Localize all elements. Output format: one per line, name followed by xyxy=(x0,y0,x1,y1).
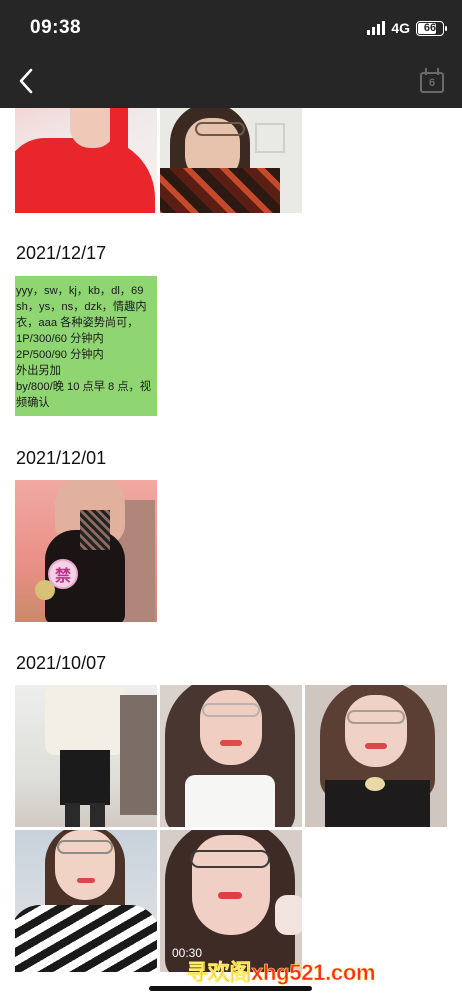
status-time: 09:38 xyxy=(30,17,82,38)
back-button[interactable] xyxy=(16,66,40,96)
text-post-card[interactable]: yyy，sw，kj，kb，dl，69 sh，ys，ns，dzk，情趣内 衣，aa… xyxy=(15,276,157,416)
photo-red-top[interactable] xyxy=(15,108,157,213)
section-date: 2021/12/01 xyxy=(16,448,107,468)
chevron-left-icon xyxy=(19,68,33,94)
photo-black-bodystocking[interactable] xyxy=(15,480,157,622)
text-post-line: by/800/晚 10 点早 8 点，视 xyxy=(16,381,151,393)
top-header: 09:38 4G 66 6 xyxy=(0,0,462,108)
text-post-line: yyy，sw，kj，kb，dl，69 xyxy=(16,285,144,297)
section-date: 2021/12/17 xyxy=(16,243,107,263)
status-indicators: 4G 66 xyxy=(367,20,447,36)
section-date: 2021/10/07 xyxy=(16,653,107,673)
calendar-day: 6 xyxy=(428,77,436,89)
photo-floral-dress[interactable] xyxy=(160,108,302,213)
text-post-line: 外出另加 xyxy=(16,365,61,377)
signal-icon xyxy=(367,21,386,35)
battery-level: 66 xyxy=(423,22,437,34)
text-post-line: 2P/500/90 分钟内 xyxy=(16,349,104,361)
text-post-line: 频确认 xyxy=(16,397,50,409)
text-post-line: 衣，aaa 各种姿势尚可， xyxy=(16,317,139,329)
photo-glasses-smile[interactable] xyxy=(305,685,447,827)
watermark-text: 寻欢阁xhg521.com xyxy=(186,960,376,986)
text-post-line: 1P/300/60 分钟内 xyxy=(16,333,104,345)
battery-icon: 66 xyxy=(416,20,447,36)
home-indicator[interactable] xyxy=(149,986,312,991)
text-post-line: sh，ys，ns，dzk，情趣内 xyxy=(16,301,147,313)
calendar-button[interactable]: 6 xyxy=(419,68,445,94)
photo-striped-top[interactable] xyxy=(15,830,157,972)
photo-long-hair-white-shirt[interactable] xyxy=(160,685,302,827)
censor-stamp: 禁 xyxy=(48,559,78,589)
network-type: 4G xyxy=(391,20,410,36)
photo-white-blouse[interactable] xyxy=(15,685,157,827)
